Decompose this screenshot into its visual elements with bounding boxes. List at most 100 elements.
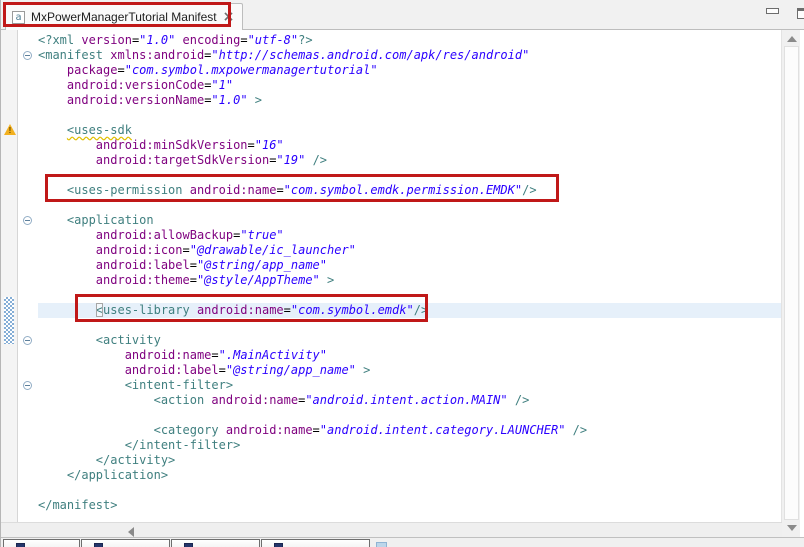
- code-line[interactable]: <?xml version="1.0" encoding="utf-8"?>: [38, 33, 782, 48]
- code-token: [38, 258, 96, 272]
- code-line[interactable]: [38, 408, 782, 423]
- code-token: <application: [67, 213, 154, 227]
- attribute-value: "android.intent.category.LAUNCHER": [320, 423, 566, 437]
- code-line[interactable]: android:versionCode="1": [38, 78, 782, 93]
- scroll-down-arrow-icon[interactable]: [787, 525, 797, 531]
- code-line[interactable]: </application>: [38, 468, 782, 483]
- vertical-scrollbar[interactable]: [781, 30, 800, 537]
- code-token: =: [313, 423, 320, 437]
- fold-collapse-icon[interactable]: [23, 51, 32, 60]
- code-token: </activity>: [96, 453, 175, 467]
- code-line[interactable]: <activity: [38, 333, 782, 348]
- code-token: =: [190, 258, 197, 272]
- attribute-value: "@style/AppTheme": [197, 273, 320, 287]
- code-line[interactable]: android:minSdkVersion="16": [38, 138, 782, 153]
- attribute-name: android:minSdkVersion: [96, 138, 248, 152]
- vertical-scrollbar-thumb[interactable]: [784, 46, 799, 520]
- code-token: [38, 228, 96, 242]
- code-token: [38, 213, 67, 227]
- code-token: =: [211, 348, 218, 362]
- attribute-value: "http://schemas.android.com/apk/res/andr…: [211, 48, 529, 62]
- fold-collapse-icon[interactable]: [23, 216, 32, 225]
- annotation-highlight-box-uses-permission-line: [45, 174, 559, 202]
- minimize-button[interactable]: [766, 8, 779, 14]
- code-token: [38, 468, 67, 482]
- code-line[interactable]: android:theme="@style/AppTheme" >: [38, 273, 782, 288]
- code-token: [305, 153, 312, 167]
- code-token: </application>: [67, 468, 168, 482]
- code-token: =: [183, 243, 190, 257]
- bottom-tab[interactable]: [81, 539, 170, 547]
- code-token: [38, 348, 125, 362]
- attribute-value: "@drawable/ic_launcher": [190, 243, 356, 257]
- code-token: [508, 393, 515, 407]
- code-token: <category: [154, 423, 226, 437]
- code-line[interactable]: <intent-filter>: [38, 378, 782, 393]
- code-token: <action: [154, 393, 212, 407]
- code-line[interactable]: android:name=".MainActivity": [38, 348, 782, 363]
- attribute-name: android:name: [211, 393, 298, 407]
- code-token: <uses-sdk: [67, 123, 132, 137]
- code-line[interactable]: <manifest xmlns:android="http://schemas.…: [38, 48, 782, 63]
- code-line[interactable]: </intent-filter>: [38, 438, 782, 453]
- code-line[interactable]: <category android:name="android.intent.c…: [38, 423, 782, 438]
- code-token: [38, 393, 154, 407]
- code-token: [38, 438, 125, 452]
- source-editor[interactable]: ! <?xml version="1.0" encoding="utf-8"?>…: [1, 30, 782, 522]
- code-line[interactable]: </activity>: [38, 453, 782, 468]
- code-line[interactable]: <application: [38, 213, 782, 228]
- annotation-highlight-box-editor-tab: [3, 2, 231, 27]
- code-line[interactable]: android:allowBackup="true": [38, 228, 782, 243]
- xml-source-tab-icon[interactable]: [376, 542, 387, 547]
- code-token: =: [248, 138, 255, 152]
- attribute-name: version: [81, 33, 132, 47]
- code-token: [38, 138, 96, 152]
- attribute-name: android:theme: [96, 273, 190, 287]
- attribute-name: android:allowBackup: [96, 228, 233, 242]
- bottom-tab[interactable]: [171, 539, 260, 547]
- attribute-value: "1": [211, 78, 233, 92]
- bottom-tab[interactable]: [261, 539, 370, 547]
- attribute-value: "utf-8": [248, 33, 299, 47]
- attribute-value: "@string/app_name": [197, 258, 327, 272]
- code-token: </intent-filter>: [125, 438, 241, 452]
- code-line[interactable]: </manifest>: [38, 498, 782, 513]
- attribute-value: ".MainActivity": [219, 348, 327, 362]
- code-line[interactable]: [38, 108, 782, 123]
- fold-collapse-icon[interactable]: [23, 336, 32, 345]
- code-line[interactable]: <action android:name="android.intent.act…: [38, 393, 782, 408]
- code-token: <activity: [96, 333, 161, 347]
- code-token: [248, 93, 255, 107]
- code-line[interactable]: <uses-sdk: [38, 123, 782, 138]
- attribute-name: android:label: [96, 258, 190, 272]
- code-line[interactable]: [38, 483, 782, 498]
- code-token: [320, 273, 327, 287]
- fold-collapse-icon[interactable]: [23, 381, 32, 390]
- warning-icon[interactable]: !: [4, 124, 16, 135]
- code-line[interactable]: android:label="@string/app_name" >: [38, 363, 782, 378]
- marker-bar: !: [1, 30, 18, 522]
- code-token: >: [255, 93, 262, 107]
- horizontal-scrollbar[interactable]: [1, 522, 782, 537]
- attribute-value: "16": [255, 138, 284, 152]
- code-line[interactable]: android:label="@string/app_name": [38, 258, 782, 273]
- bottom-tab[interactable]: [3, 539, 80, 547]
- code-token: [38, 78, 67, 92]
- code-token: <intent-filter>: [125, 378, 233, 392]
- code-line[interactable]: android:icon="@drawable/ic_launcher": [38, 243, 782, 258]
- code-area[interactable]: <?xml version="1.0" encoding="utf-8"?><m…: [38, 33, 782, 513]
- maximize-button[interactable]: [797, 8, 804, 19]
- code-token: />: [515, 393, 529, 407]
- code-line[interactable]: android:targetSdkVersion="19" />: [38, 153, 782, 168]
- scroll-up-arrow-icon[interactable]: [787, 36, 797, 42]
- code-token: [38, 423, 154, 437]
- attribute-name: xmlns:android: [110, 48, 204, 62]
- code-token: [38, 243, 96, 257]
- attribute-name: encoding: [183, 33, 241, 47]
- code-line[interactable]: package="com.symbol.mxpowermanagertutori…: [38, 63, 782, 78]
- code-token: >: [363, 363, 370, 377]
- attribute-value: "1.0": [139, 33, 175, 47]
- code-line[interactable]: android:versionName="1.0" >: [38, 93, 782, 108]
- scroll-left-arrow-icon[interactable]: [128, 527, 134, 537]
- code-token: [38, 363, 125, 377]
